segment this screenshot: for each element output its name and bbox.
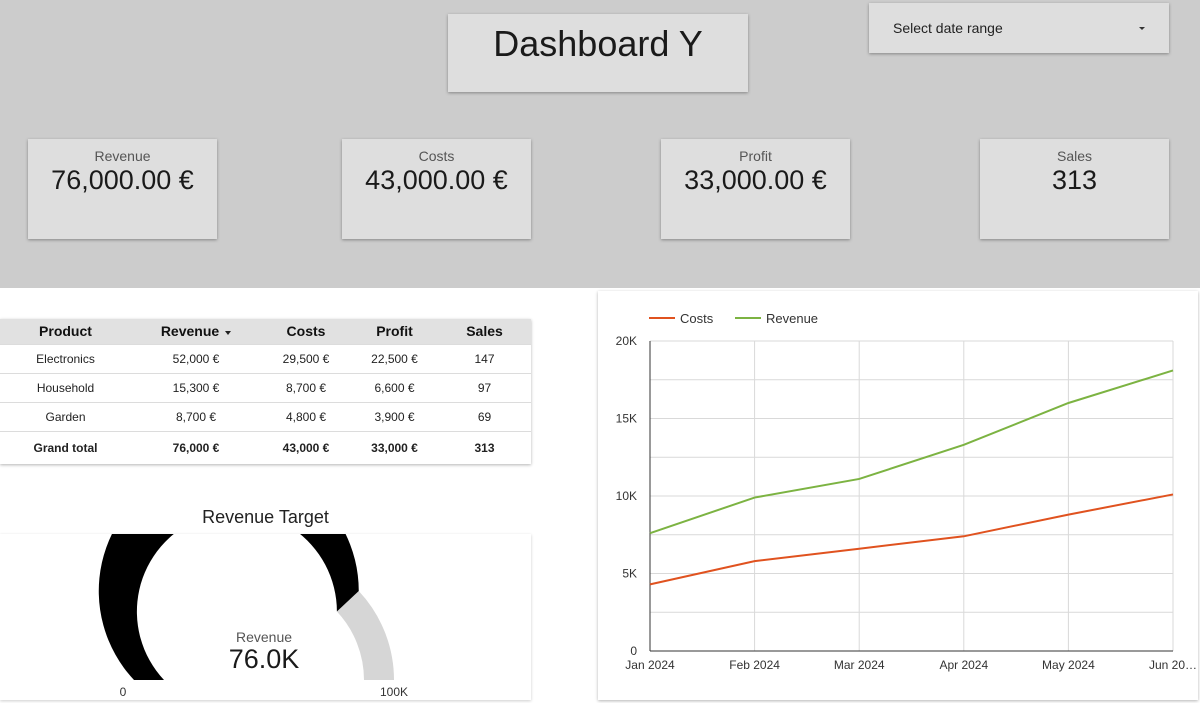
kpi-label: Sales [1056, 148, 1093, 164]
column-header-revenue[interactable]: Revenue [131, 319, 261, 344]
kpi-label: Revenue [94, 148, 151, 164]
date-range-picker[interactable]: Select date range [869, 3, 1169, 53]
kpi-label: Costs [418, 148, 455, 164]
table-header-row: Product Revenue Costs Profit Sales [0, 319, 531, 344]
gauge-metric-label: Revenue [235, 629, 293, 645]
gauge-max-label: 100K [379, 685, 409, 699]
kpi-value: 313 [1051, 165, 1098, 195]
page-title: Dashboard Y [493, 23, 703, 64]
cell-profit: 3,900 € [351, 401, 438, 431]
kpi-card-revenue: Revenue 76,000.00 € [28, 139, 217, 239]
legend-label-revenue: Revenue [766, 311, 818, 326]
table-row: Household 15,300 € 8,700 € 6,600 € 97 [0, 372, 531, 402]
gauge-chart [98, 534, 394, 680]
line-chart-card: 0 5K 10K 15K 20K Jan 2024 Feb 2024 Mar 2024 Apr … [598, 291, 1198, 700]
cell-sales: 147 [438, 343, 531, 373]
y-tick-label: 0 [630, 644, 637, 658]
cell-profit: 6,600 € [351, 372, 438, 402]
column-header-costs[interactable]: Costs [261, 319, 351, 344]
cell-product: Household [0, 372, 131, 402]
x-tick-label: May 2024 [1042, 658, 1095, 672]
y-tick-label: 15K [616, 412, 637, 426]
cell-costs: 8,700 € [261, 372, 351, 402]
x-tick-label: Feb 2024 [729, 658, 780, 672]
gauge-min-label: 0 [119, 685, 127, 699]
column-header-sales[interactable]: Sales [438, 319, 531, 344]
kpi-value: 43,000.00 € [365, 165, 508, 195]
kpi-card-sales: Sales 313 [980, 139, 1169, 239]
cell-revenue: 52,000 € [131, 343, 261, 373]
x-tick-label: Jan 2024 [625, 658, 675, 672]
cell-costs: 4,800 € [261, 401, 351, 431]
y-tick-label: 20K [616, 334, 637, 348]
cell-profit: 22,500 € [351, 343, 438, 373]
y-tick-label: 10K [616, 489, 637, 503]
y-tick-label: 5K [622, 567, 637, 581]
sort-desc-icon [225, 330, 232, 335]
cell-sales: 97 [438, 372, 531, 402]
cell-revenue: 15,300 € [131, 372, 261, 402]
x-tick-label: Mar 2024 [834, 658, 885, 672]
title-card: Dashboard Y [448, 14, 748, 92]
cell-product: Grand total [0, 430, 131, 464]
cell-costs: 43,000 € [261, 430, 351, 464]
cell-revenue: 8,700 € [131, 401, 261, 431]
kpi-value: 76,000.00 € [51, 165, 194, 195]
kpi-card-costs: Costs 43,000.00 € [342, 139, 531, 239]
table-row: Garden 8,700 € 4,800 € 3,900 € 69 [0, 401, 531, 431]
x-tick-label: Jun 20… [1149, 658, 1197, 672]
cell-sales: 69 [438, 401, 531, 431]
line-chart: 0 5K 10K 15K 20K Jan 2024 Feb 2024 Mar 2024 Apr … [616, 311, 1197, 672]
revenue-gauge: Revenue 76.0K 0 100K [0, 534, 531, 700]
gauge-title: Revenue Target [202, 507, 329, 527]
date-range-label: Select date range [893, 20, 1003, 36]
table-total-row: Grand total 76,000 € 43,000 € 33,000 € 3… [0, 430, 531, 464]
cell-profit: 33,000 € [351, 430, 438, 464]
kpi-card-profit: Profit 33,000.00 € [661, 139, 850, 239]
cell-sales: 313 [438, 430, 531, 464]
cell-revenue: 76,000 € [131, 430, 261, 464]
kpi-value: 33,000.00 € [684, 165, 827, 195]
column-header-profit[interactable]: Profit [351, 319, 438, 344]
header-area: Dashboard Y Select date range Revenue 76… [0, 0, 1200, 288]
column-header-product[interactable]: Product [0, 319, 131, 344]
cell-costs: 29,500 € [261, 343, 351, 373]
gauge-value: 76.0K [228, 644, 300, 674]
legend-label-costs: Costs [680, 311, 714, 326]
cell-product: Electronics [0, 343, 131, 373]
cell-product: Garden [0, 401, 131, 431]
x-tick-label: Apr 2024 [939, 658, 988, 672]
kpi-label: Profit [739, 148, 772, 164]
table-row: Electronics 52,000 € 29,500 € 22,500 € 1… [0, 343, 531, 373]
product-table: Product Revenue Costs Profit Sales Elect… [0, 319, 531, 464]
chevron-down-icon [1139, 26, 1145, 30]
series-line-costs [649, 493, 1174, 586]
